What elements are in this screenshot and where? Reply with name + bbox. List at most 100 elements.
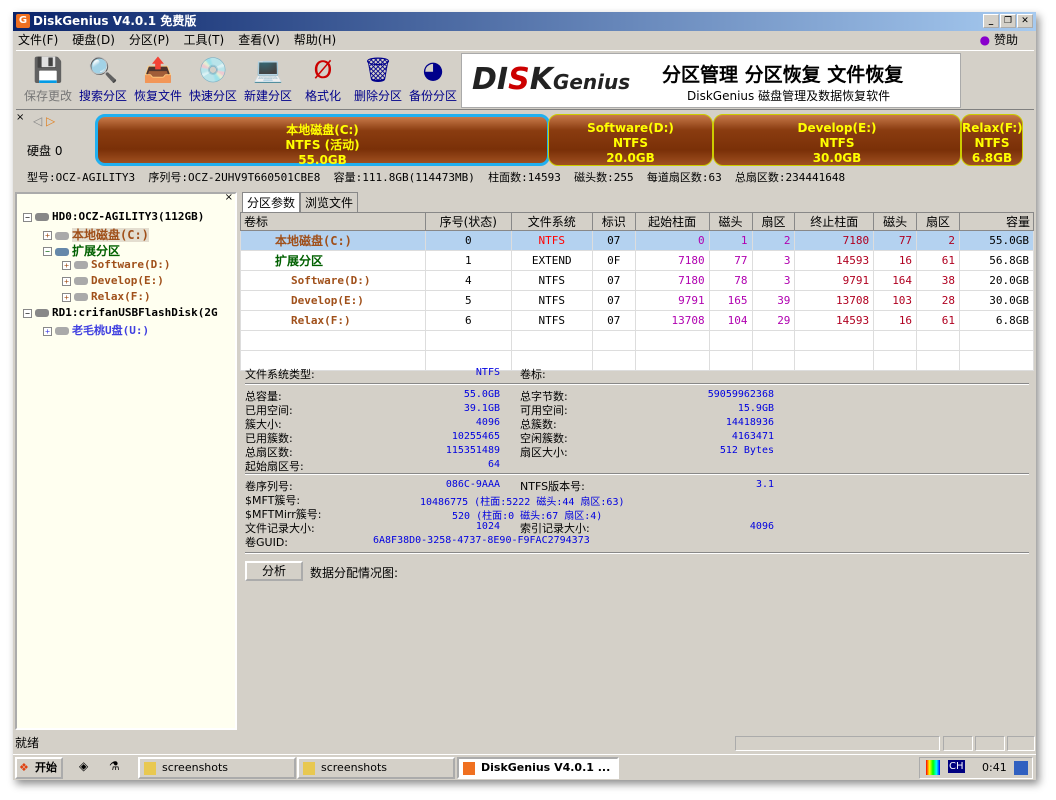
tab-browse-files[interactable]: 浏览文件 (300, 192, 359, 212)
close-icon[interactable]: × (16, 112, 24, 123)
column-header[interactable]: 标识 (591, 212, 636, 231)
table-cell: 164 (873, 270, 918, 291)
disk-partition-e[interactable]: Develop(E:) NTFS 30.0GB (713, 114, 961, 166)
column-header[interactable]: 扇区 (751, 212, 796, 231)
maximize-button[interactable]: ❐ (1000, 14, 1016, 28)
network-icon[interactable] (1014, 761, 1028, 775)
table-cell: EXTEND (510, 250, 593, 271)
taskbar-item-screenshots[interactable]: screenshots (138, 757, 296, 779)
table-cell: 61 (916, 310, 960, 331)
backup-label: 备份分区 (408, 89, 457, 103)
table-cell: 3 (751, 270, 796, 291)
analyze-button[interactable]: 分析 (245, 561, 303, 581)
menu-view[interactable]: 查看(V) (238, 31, 280, 50)
table-row[interactable]: Relax(F:) 6 NTFS 07 13708 104 29 14593 16 61 6.8GB (240, 310, 1035, 331)
menu-disk[interactable]: 硬盘(D) (72, 31, 115, 50)
column-header[interactable]: 序号(状态) (424, 212, 512, 231)
disk-partition-c[interactable]: 本地磁盘(C:) NTFS (活动) 55.0GB (95, 114, 550, 167)
disk-partition-f[interactable]: Relax(F:) NTFS 6.8GB (961, 114, 1023, 166)
tree-u[interactable]: + 老毛桃U盘(U:) (43, 322, 149, 338)
format-label: 格式化 (304, 89, 341, 103)
taskbar-item-screenshots[interactable]: screenshots (297, 757, 455, 779)
table-cell: 07 (591, 310, 636, 331)
format-button[interactable]: Ø 格式化 (295, 55, 351, 104)
language-indicator[interactable]: CH (948, 760, 965, 773)
column-header[interactable]: 容量 (958, 212, 1035, 231)
minimize-button[interactable]: _ (983, 14, 999, 28)
search-partition-button[interactable]: 🔍 搜索分区 (75, 55, 131, 104)
tree-label: Software(D:) (91, 258, 171, 271)
menu-partition[interactable]: 分区(P) (129, 31, 170, 50)
column-header[interactable]: 文件系统 (510, 212, 593, 231)
save-button[interactable]: 💾 保存更改 (20, 55, 76, 104)
partition-icon (74, 277, 88, 285)
quicklaunch-icon[interactable]: ⚗ (109, 759, 120, 773)
display-icon[interactable] (926, 760, 940, 775)
tree-f[interactable]: + Relax(F:) (62, 290, 151, 303)
tree-extended[interactable]: − 扩展分区 (43, 242, 120, 259)
tree-d[interactable]: + Software(D:) (62, 258, 170, 271)
table-cell (424, 330, 512, 351)
tree-hd0[interactable]: − HD0:OCZ-AGILITY3(112GB) (23, 210, 204, 223)
menu-sponsor[interactable]: ● 赞助 (980, 31, 1018, 50)
tree-c[interactable]: + 本地磁盘(C:) (43, 226, 149, 243)
table-row[interactable]: Software(D:) 4 NTFS 07 7180 78 3 9791 164 38 20.0G… (240, 270, 1035, 291)
column-header[interactable]: 扇区 (916, 212, 960, 231)
start-button[interactable]: ❖ 开始 (15, 757, 63, 779)
partition-icon (74, 293, 88, 301)
folder-icon (303, 762, 315, 775)
menu-tools[interactable]: 工具(T) (184, 31, 225, 50)
delete-partition-button[interactable]: 🗑 删除分区 (350, 55, 406, 104)
tree-rd1[interactable]: − RD1:crifanUSBFlashDisk(2G (23, 306, 218, 319)
quick-partition-button[interactable]: 💿 快速分区 (185, 55, 241, 104)
column-header[interactable]: 卷标 (240, 212, 426, 231)
main-panel: 分区参数 浏览文件 卷标 序号(状态) 文件系统 标识 起始柱面 磁头 扇区 终止柱面 磁头 扇区… (240, 192, 1035, 730)
table-row[interactable]: 扩展分区 1 EXTEND 0F 7180 77 3 14593 16 61 56.8GB (240, 250, 1035, 271)
recover-files-button[interactable]: 📤 恢复文件 (130, 55, 186, 104)
column-header[interactable]: 终止柱面 (794, 212, 875, 231)
sponsor-label: 赞助 (993, 33, 1018, 47)
close-icon[interactable]: × (225, 192, 233, 203)
divider (245, 473, 1029, 475)
quicklaunch-icon[interactable]: ◈ (79, 759, 88, 773)
empty-row (240, 330, 1035, 351)
close-button[interactable]: ✕ (1017, 14, 1033, 28)
column-header[interactable]: 磁头 (708, 212, 753, 231)
table-cell (751, 330, 796, 351)
menu-file[interactable]: 文件(F) (18, 31, 58, 50)
prev-disk-icon[interactable]: ◁ (33, 114, 42, 128)
partition-name: Software(D:) (587, 121, 674, 135)
detail-value: 512 Bytes (719, 445, 774, 456)
table-cell: 28 (916, 290, 960, 311)
tab-partition-params[interactable]: 分区参数 (242, 192, 301, 212)
divider (245, 383, 1029, 385)
partition-fs: NTFS (974, 136, 1010, 150)
status-panel (735, 736, 940, 751)
column-header[interactable]: 起始柱面 (634, 212, 710, 231)
table-cell: 6 (424, 310, 512, 331)
table-row[interactable]: 本地磁盘(C:) 0 NTFS 07 0 1 2 7180 77 2 55.0GB (240, 230, 1035, 251)
recover-icon: 📤 (143, 56, 173, 84)
table-cell: 30.0GB (958, 290, 1035, 311)
disk-partition-d[interactable]: Software(D:) NTFS 20.0GB (548, 114, 713, 166)
menu-help[interactable]: 帮助(H) (294, 31, 336, 50)
detail-value: 115351489 (445, 445, 500, 456)
new-partition-button[interactable]: 💻 新建分区 (240, 55, 296, 104)
taskbar-item-diskgenius[interactable]: DiskGenius V4.0.1 ... (457, 757, 619, 779)
column-header[interactable]: 磁头 (873, 212, 918, 231)
banner-title: 分区管理 分区恢复 文件恢复 (662, 64, 904, 86)
next-disk-icon[interactable]: ▷ (46, 114, 55, 128)
partition-table: 卷标 序号(状态) 文件系统 标识 起始柱面 磁头 扇区 终止柱面 磁头 扇区 容量 本地磁盘(C:… (240, 212, 1035, 371)
tree-e[interactable]: + Develop(E:) (62, 274, 164, 287)
table-cell (873, 330, 918, 351)
tree-label: Relax(F:) (91, 290, 151, 303)
table-row[interactable]: Develop(E:) 5 NTFS 07 9791 165 39 13708 103 28 30.… (240, 290, 1035, 311)
save-label: 保存更改 (23, 89, 72, 103)
table-cell: 1 (708, 230, 753, 251)
backup-partition-button[interactable]: ◕ 备份分区 (405, 55, 461, 104)
table-cell: 4 (424, 270, 512, 291)
menu-bar: 文件(F) 硬盘(D) 分区(P) 工具(T) 查看(V) 帮助(H) ● 赞助 (13, 31, 1036, 50)
partition-size: 20.0GB (606, 151, 655, 165)
taskbar-label: screenshots (162, 761, 229, 774)
ntfs-version-label: NTFS版本号: (520, 480, 585, 493)
